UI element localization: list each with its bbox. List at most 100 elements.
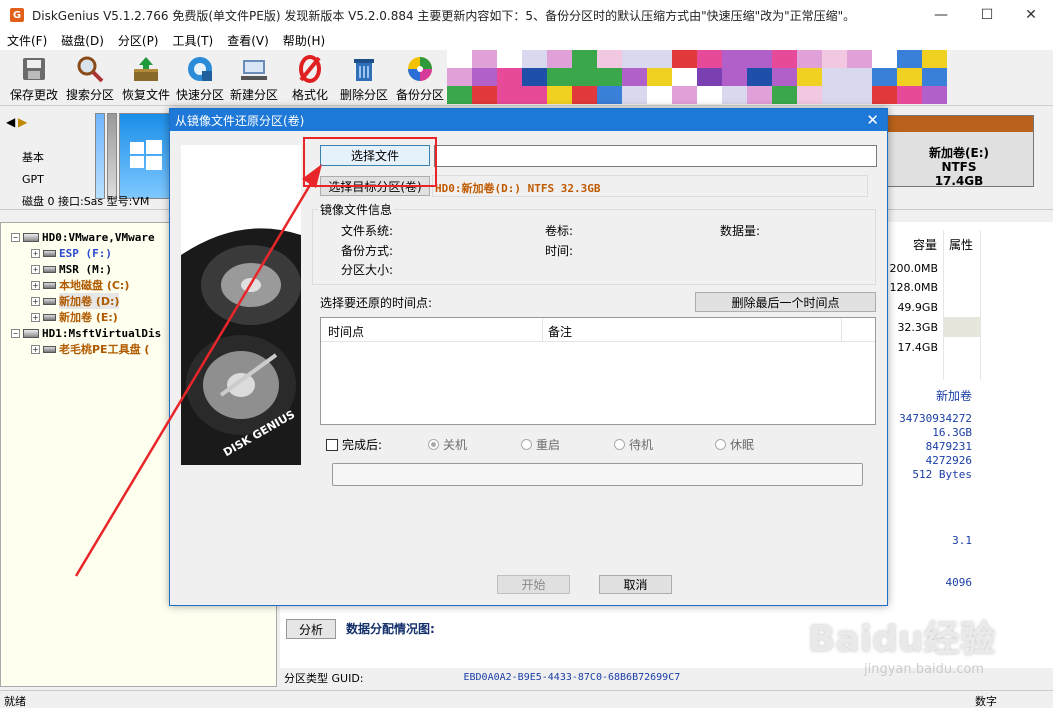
radio-circle[interactable]: [521, 439, 532, 450]
after-done-checkbox[interactable]: 完成后:: [326, 436, 382, 453]
mosaic-tile: [797, 86, 822, 104]
menu-help[interactable]: 帮助(H): [276, 32, 332, 49]
format-button[interactable]: 格式化: [282, 54, 338, 104]
mosaic-tile: [597, 86, 622, 104]
column-divider: [980, 230, 981, 380]
menu-file[interactable]: 文件(F): [0, 32, 54, 49]
mosaic-tile: [697, 50, 722, 68]
column-note[interactable]: 备注: [548, 323, 572, 340]
tree-item-pe[interactable]: + 老毛桃PE工具盘 (: [31, 341, 149, 357]
analyze-button[interactable]: 分析: [286, 619, 336, 639]
data-allocation-label: 数据分配情况图:: [346, 622, 435, 636]
left-arrow-icon[interactable]: ◀: [6, 115, 15, 129]
toolbar-label: 删除分区: [339, 88, 388, 102]
partition-bar-esp[interactable]: [95, 113, 105, 199]
radio-circle[interactable]: [715, 439, 726, 450]
dialog-title: 从镜像文件还原分区(卷): [175, 113, 305, 128]
mosaic-tile: [522, 86, 547, 104]
watermark-main: Baidu经验: [808, 619, 996, 660]
guid-label: 分区类型 GUID:: [284, 671, 364, 685]
menu-partition[interactable]: 分区(P): [111, 32, 166, 49]
minimize-button[interactable]: —: [918, 0, 964, 30]
mosaic-tile: [497, 50, 522, 68]
windows-logo-icon: [130, 140, 162, 170]
radio-restart[interactable]: 重启: [521, 436, 560, 453]
new-partition-icon: [241, 60, 267, 80]
mosaic-tile: [722, 86, 747, 104]
disk-e-size: 17.4GB: [934, 174, 984, 188]
annotation-highlight-box: [303, 137, 437, 187]
new-partition-button[interactable]: 新建分区: [226, 54, 282, 104]
menu-tools[interactable]: 工具(T): [166, 32, 221, 49]
collapse-icon[interactable]: −: [11, 328, 20, 338]
expand-icon[interactable]: +: [31, 296, 40, 306]
cancel-button[interactable]: 取消: [599, 575, 672, 594]
radio-hibernate[interactable]: 休眠: [715, 436, 754, 453]
mosaic-tile: [847, 86, 872, 104]
search-partition-button[interactable]: 搜索分区: [62, 54, 118, 104]
restore-point-list[interactable]: 时间点 备注: [320, 317, 876, 425]
disk-info-line: 磁盘 0 接口:Sas 型号:VM: [22, 195, 150, 208]
save-changes-button[interactable]: 保存更改: [6, 54, 62, 104]
tree-item-c[interactable]: + 本地磁盘 (C:): [31, 277, 129, 293]
partition-bar-header: [885, 116, 1033, 132]
partition-bar-c[interactable]: [119, 113, 171, 199]
tree-item-hd0[interactable]: − HD0:VMware,VMware: [11, 229, 155, 245]
tree-item-msr[interactable]: + MSR (M:): [31, 261, 112, 277]
expand-icon[interactable]: +: [31, 280, 40, 290]
column-time[interactable]: 时间点: [328, 323, 364, 340]
partition-bar-msr[interactable]: [107, 113, 117, 199]
file-path-input[interactable]: [434, 145, 877, 167]
column-attribute[interactable]: 属性: [949, 236, 973, 253]
close-button[interactable]: ✕: [1008, 0, 1053, 30]
delete-last-point-button[interactable]: 删除最后一个时间点: [695, 292, 876, 312]
partition-size-label: 分区大小:: [341, 263, 394, 277]
capacity-cell: 200.0MB: [889, 262, 938, 275]
tree-item-d[interactable]: + 新加卷 (D:): [31, 293, 120, 309]
tree-item-hd1[interactable]: − HD1:MsftVirtualDis: [11, 325, 161, 341]
backup-partition-button[interactable]: 备份分区: [392, 54, 448, 104]
collapse-icon[interactable]: −: [11, 232, 20, 242]
toolbar-label: 快速分区: [175, 88, 224, 102]
image-info-title: 镜像文件信息: [318, 201, 395, 218]
recover-files-button[interactable]: 恢复文件: [118, 54, 174, 104]
maximize-button[interactable]: ☐: [964, 0, 1010, 30]
radio-standby[interactable]: 待机: [614, 436, 653, 453]
mosaic-tile: [897, 86, 922, 104]
menu-disk[interactable]: 磁盘(D): [54, 32, 111, 49]
toolbar-label: 格式化: [291, 88, 328, 102]
mosaic-tile: [847, 68, 872, 86]
target-display: HD0:新加卷(D:) NTFS 32.3GB: [432, 175, 868, 197]
mosaic-tile: [647, 86, 672, 104]
mosaic-tile: [722, 50, 747, 68]
mosaic-tile: [522, 68, 547, 86]
quick-partition-button[interactable]: 快速分区: [172, 54, 228, 104]
mosaic-tile: [647, 68, 672, 86]
tree-label: HD1:MsftVirtualDis: [42, 326, 162, 340]
start-button[interactable]: 开始: [497, 575, 570, 594]
radio-shutdown[interactable]: 关机: [428, 436, 467, 453]
delete-partition-button[interactable]: 删除分区: [336, 54, 392, 104]
expand-icon[interactable]: +: [31, 344, 40, 354]
column-capacity[interactable]: 容量: [913, 236, 937, 253]
disk-type-basic: 基本: [22, 151, 44, 164]
dialog-close-icon[interactable]: ✕: [866, 111, 879, 129]
expand-icon[interactable]: +: [31, 264, 40, 274]
mosaic-tile: [897, 68, 922, 86]
radio-circle[interactable]: [428, 439, 439, 450]
right-arrow-icon[interactable]: ▶: [18, 115, 27, 129]
menu-view[interactable]: 查看(V): [220, 32, 276, 49]
mosaic-tile: [822, 50, 847, 68]
hard-disk-icon: [23, 232, 39, 242]
toolbar-label: 新建分区: [229, 88, 278, 102]
partition-bar-e[interactable]: 新加卷(E:) NTFS 17.4GB: [884, 115, 1034, 188]
status-text: 就绪: [4, 695, 26, 708]
backup-disc-icon: [408, 57, 432, 81]
checkbox-box[interactable]: [326, 438, 338, 451]
tree-item-e[interactable]: + 新加卷 (E:): [31, 309, 118, 325]
expand-icon[interactable]: +: [31, 248, 40, 258]
expand-icon[interactable]: +: [31, 312, 40, 322]
volume-icon: [43, 281, 56, 289]
tree-item-esp[interactable]: + ESP (F:): [31, 245, 112, 261]
radio-circle[interactable]: [614, 439, 625, 450]
